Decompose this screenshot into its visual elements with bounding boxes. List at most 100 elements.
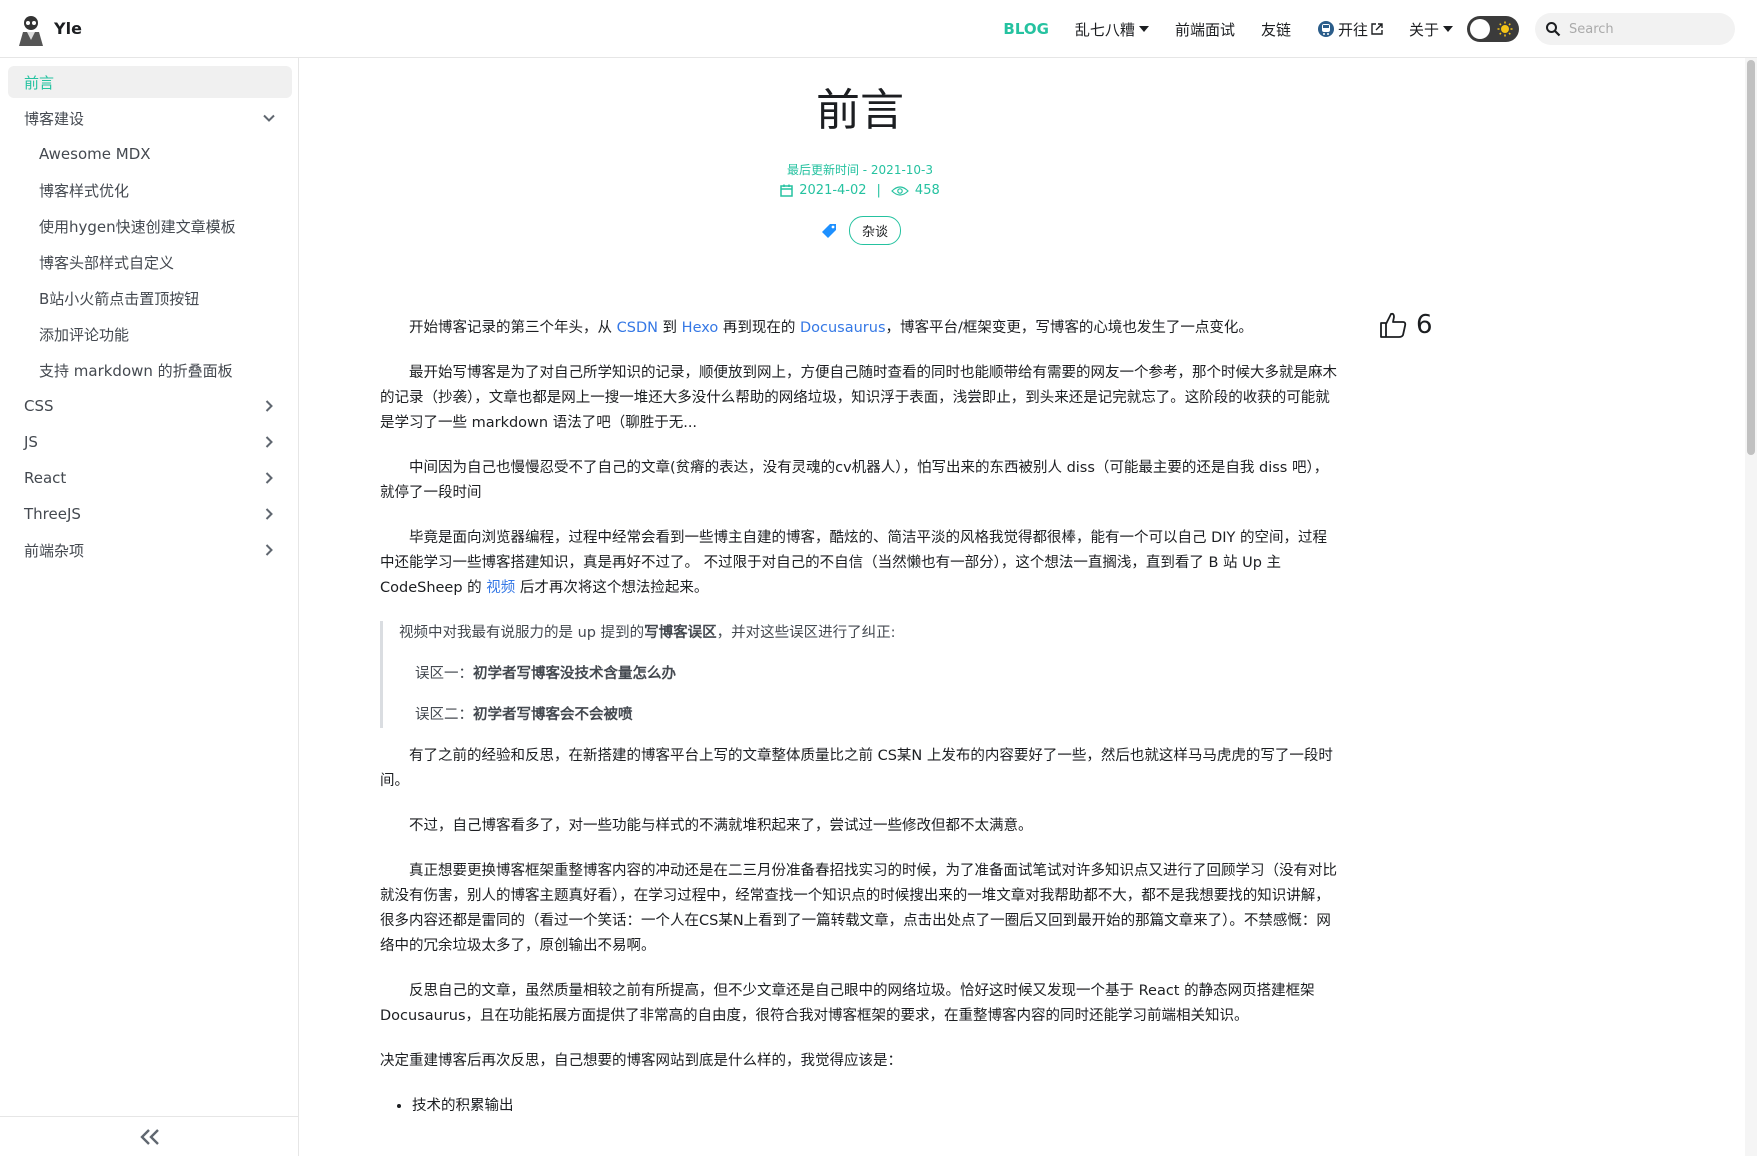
tag-pill[interactable]: 杂谈: [848, 216, 901, 245]
external-link-icon: [1371, 23, 1383, 35]
chevron-right-icon[interactable]: [262, 399, 276, 413]
caret-down-icon: [1138, 26, 1149, 32]
chevron-right-icon[interactable]: [262, 543, 276, 557]
post-date: 2021-4-02: [799, 183, 867, 198]
paragraph: 中间因为自己也慢慢忍受不了自己的文章(贫瘠的表达，没有灵魂的cv机器人），怕写出…: [380, 460, 1329, 501]
video-link[interactable]: 视频: [486, 580, 515, 596]
sidebar-item-rocket-top[interactable]: B站小火箭点击置顶按钮: [8, 282, 292, 314]
nav-about-label: 关于: [1408, 20, 1439, 39]
nav-blog-label: BLOG: [1003, 20, 1049, 38]
main-content: 前言 最后更新时间 - 2021-10-3 2021-4-02 | 458 杂谈…: [300, 58, 1757, 1156]
paragraph: 决定重建博客后再次反思，自己想要的博客网站到底是什么样的，我觉得应该是：: [380, 1053, 902, 1069]
sidebar-item-label: 前言: [24, 73, 55, 92]
train-icon: [1317, 20, 1335, 38]
sidebar-item-label: 添加评论功能: [39, 325, 130, 344]
sidebar-item-style-optimize[interactable]: 博客样式优化: [8, 174, 292, 206]
scrollbar-thumb[interactable]: [1747, 60, 1755, 455]
chevron-right-icon[interactable]: [262, 507, 276, 521]
sidebar-item-label: 博客头部样式自定义: [39, 253, 175, 272]
tag-icon: [821, 223, 836, 238]
page-scrollbar[interactable]: [1745, 58, 1757, 1156]
blockquote: 视频中对我最有说服力的是 up 提到的写博客误区，并对这些误区进行了纠正: 误区…: [380, 621, 1338, 728]
article-body: 开始博客记录的第三个年头，从 CSDN 到 Hexo 再到现在的 Docusau…: [380, 316, 1338, 1119]
text-span: 误区二：: [415, 707, 473, 723]
sidebar: 前言 博客建设 Awesome MDX 博客样式优化 使用hygen快速创建文章…: [0, 58, 299, 1156]
sidebar-item-label: B站小火箭点击置顶按钮: [39, 289, 200, 308]
csdn-link[interactable]: CSDN: [617, 320, 658, 336]
sidebar-item-label: 使用hygen快速创建文章模板: [39, 217, 236, 236]
text-span: ，博客平台/框架变更，写博客的心境也发生了一点变化。: [885, 320, 1253, 336]
hexo-link[interactable]: Hexo: [682, 320, 719, 336]
sidebar-category-react[interactable]: React: [8, 462, 292, 494]
chevron-right-icon[interactable]: [262, 435, 276, 449]
brand-title: Yle: [54, 19, 82, 38]
quote-intro: 视频中对我最有说服力的是 up 提到的写博客误区，并对这些误区进行了纠正:: [399, 621, 1338, 646]
paragraph: 毕竟是面向浏览器编程，过程中经常会看到一些博主自建的博客，酷炫的、简洁平淡的风格…: [380, 526, 1338, 601]
paragraph: 开始博客记录的第三个年头，从 CSDN 到 Hexo 再到现在的 Docusau…: [380, 316, 1338, 341]
brand-link[interactable]: Yle: [14, 11, 82, 46]
sidebar-item-markdown-collapse[interactable]: 支持 markdown 的折叠面板: [8, 354, 292, 386]
like-button[interactable]: 6: [1378, 310, 1433, 340]
paragraph: 有了之前的经验和反思，在新搭建的博客平台上写的文章整体质量比之前 CS某N 上发…: [380, 748, 1333, 789]
sidebar-menu: 前言 博客建设 Awesome MDX 博客样式优化 使用hygen快速创建文章…: [0, 58, 298, 566]
chevron-right-icon[interactable]: [262, 471, 276, 485]
paragraph: 最开始写博客是为了对自己所学知识的记录，顺便放到网上，方便自己随时查看的同时也能…: [380, 365, 1337, 431]
search-box[interactable]: [1535, 13, 1735, 45]
text-span: 再到现在的: [718, 320, 800, 336]
text-span: 后才再次将这个想法捡起来。: [515, 580, 709, 596]
eye-icon: [891, 185, 909, 196]
search-input[interactable]: [1569, 21, 1719, 37]
text-span: 视频中对我最有说服力的是 up 提到的: [399, 625, 645, 641]
text-span: ，并对这些误区进行了纠正:: [716, 625, 896, 641]
sidebar-category-css[interactable]: CSS: [8, 390, 292, 422]
paragraph: 真正想要更换博客框架重整博客内容的冲动还是在二三月份准备春招找实习的时候，为了准…: [380, 863, 1337, 954]
sidebar-item-label: 博客样式优化: [39, 181, 130, 200]
nav-about-dropdown[interactable]: 关于: [1409, 19, 1453, 40]
caret-down-icon: [1443, 26, 1453, 32]
double-chevron-left-icon: [139, 1128, 159, 1145]
collapse-sidebar-button[interactable]: [0, 1116, 299, 1156]
sidebar-item-comments[interactable]: 添加评论功能: [8, 318, 292, 350]
list-item: 技术的积累输出: [412, 1094, 1338, 1119]
nav-travellings[interactable]: 开往: [1317, 19, 1383, 40]
sidebar-item-awesome-mdx[interactable]: Awesome MDX: [8, 138, 292, 170]
last-updated: 最后更新时间 - 2021-10-3: [786, 163, 934, 177]
sidebar-category-frontend-misc[interactable]: 前端杂项: [8, 534, 292, 566]
sidebar-category-blog-building[interactable]: 博客建设: [8, 102, 292, 134]
thumbs-up-icon: [1380, 312, 1407, 338]
post-meta: 2021-4-02 | 458: [300, 183, 1420, 198]
sidebar-item-label: React: [24, 469, 67, 487]
sidebar-item-label: 支持 markdown 的折叠面板: [39, 361, 233, 380]
text-span: 开始博客记录的第三个年头，从: [409, 320, 617, 336]
sidebar-item-label: ThreeJS: [24, 505, 81, 523]
view-count: 458: [914, 183, 940, 198]
avatar-logo: [14, 11, 48, 46]
nav-misc-label: 乱七八糟: [1074, 20, 1135, 39]
sidebar-item-hygen[interactable]: 使用hygen快速创建文章模板: [8, 210, 292, 242]
sidebar-item-label: 前端杂项: [24, 541, 85, 560]
misconception-1: 误区一：初学者写博客没技术含量怎么办: [399, 662, 1338, 687]
text-span: 到: [657, 320, 682, 336]
sidebar-category-js[interactable]: JS: [8, 426, 292, 458]
sidebar-item-label: JS: [24, 433, 38, 451]
sidebar-item-preface[interactable]: 前言: [8, 66, 292, 98]
chevron-down-icon[interactable]: [262, 111, 276, 125]
nav-interview[interactable]: 前端面试: [1175, 19, 1235, 40]
sidebar-category-threejs[interactable]: ThreeJS: [8, 498, 292, 530]
calendar-icon: [780, 184, 793, 197]
search-icon: [1546, 22, 1561, 37]
post-tags: 杂谈: [300, 216, 1420, 245]
docusaurus-link[interactable]: Docusaurus: [800, 320, 886, 336]
nav-blog[interactable]: BLOG: [1003, 20, 1049, 38]
theme-toggle[interactable]: [1467, 16, 1519, 42]
sidebar-item-label: 博客建设: [24, 109, 85, 128]
paragraph: 反思自己的文章，虽然质量相较之前有所提高，但不少文章还是自己眼中的网络垃圾。恰好…: [380, 983, 1315, 1024]
nav-friends[interactable]: 友链: [1261, 19, 1291, 40]
nav-travellings-label: 开往: [1337, 20, 1368, 39]
sidebar-item-header-style[interactable]: 博客头部样式自定义: [8, 246, 292, 278]
sidebar-item-label: Awesome MDX: [39, 145, 151, 163]
text-span: 误区一：: [415, 666, 473, 682]
nav-interview-label: 前端面试: [1174, 20, 1235, 39]
navbar: Yle BLOG 乱七八糟 前端面试 友链 开往 关于: [0, 0, 1757, 58]
nav-misc-dropdown[interactable]: 乱七八糟: [1075, 19, 1149, 40]
